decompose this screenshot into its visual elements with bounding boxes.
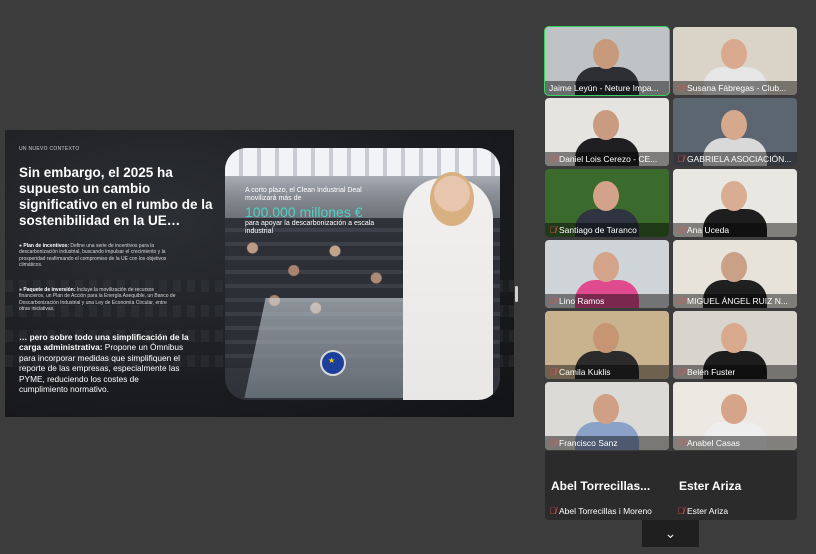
participant-tile[interactable]: 🎙̸ Susana Fábregas - Club... (673, 27, 797, 95)
slide-kicker: UN NUEVO CONTEXTO (19, 146, 80, 152)
participant-name-bar: 🎙̸ Lino Ramos (545, 294, 669, 308)
participant-face (593, 39, 619, 69)
participant-tile[interactable]: 🎙̸ GABRIELA ASOCIACIÓN... (673, 98, 797, 166)
chevron-down-icon: ⌄ (664, 525, 677, 541)
participant-tile[interactable]: 🎙̸ Ana Uceda (673, 169, 797, 237)
participant-name: Anabel Casas (687, 438, 740, 448)
participant-name-bar: 🎙̸ Belén Fuster (673, 365, 797, 379)
participant-name-bar: 🎙̸ Francisco Sanz (545, 436, 669, 450)
eu-flag-icon (320, 350, 346, 376)
participant-face (721, 252, 747, 282)
slide-bottom-text: … pero sobre todo una simplificación de … (19, 332, 189, 394)
participant-tile[interactable]: 🎙̸ Camila Kuklis (545, 311, 669, 379)
bullet-title: Plan de incentivos: (23, 243, 69, 249)
participant-display-name: Ester Ariza (679, 479, 742, 493)
participant-tile[interactable]: 🎙̸ Anabel Casas (673, 382, 797, 450)
mic-off-icon: 🎙̸ (549, 154, 557, 164)
mic-off-icon: 🎙̸ (677, 296, 685, 306)
participant-tile[interactable]: 🎙̸ Daniel Lois Cerezo - CE... (545, 98, 669, 166)
mic-off-icon: 🎙̸ (549, 438, 557, 448)
participant-face (721, 323, 747, 353)
participant-name: Ester Ariza (687, 506, 729, 516)
participant-name: Francisco Sanz (559, 438, 618, 448)
participant-name: Lino Ramos (559, 296, 605, 306)
participant-name-bar: 🎙̸ Camila Kuklis (545, 365, 669, 379)
participant-tile[interactable]: Jaime Leyún - Neture Impa... (544, 26, 670, 96)
participant-face (721, 394, 747, 424)
participant-face (593, 394, 619, 424)
split-resize-handle[interactable] (515, 286, 518, 302)
participant-name-bar: 🎙̸ Abel Torrecillas i Moreno (545, 504, 669, 518)
participant-face (721, 39, 747, 69)
shared-screen-slide: UN NUEVO CONTEXTO Sin embargo, el 2025 h… (5, 130, 514, 417)
slide-photo (225, 148, 500, 400)
participant-name-bar: 🎙̸ Daniel Lois Cerezo - CE... (545, 152, 669, 166)
participant-name-bar: 🎙̸ Anabel Casas (673, 436, 797, 450)
mic-off-icon: 🎙̸ (677, 367, 685, 377)
slide-quote: A corto plazo, el Clean Industrial Deal … (245, 187, 375, 236)
mic-off-icon: 🎙̸ (677, 225, 685, 235)
slide-headline: Sin embargo, el 2025 ha supuesto un camb… (19, 165, 213, 228)
mic-off-icon: 🎙̸ (677, 506, 685, 516)
participant-face (593, 323, 619, 353)
participant-face (593, 181, 619, 211)
participant-tile[interactable]: 🎙̸ Santiago de Taranco (545, 169, 669, 237)
mic-off-icon: 🎙̸ (549, 225, 557, 235)
participant-name-bar: 🎙̸ Ana Uceda (673, 223, 797, 237)
participant-display-name: Abel Torrecillas... (551, 479, 651, 493)
participant-name: Camila Kuklis (559, 367, 611, 377)
participant-name: Daniel Lois Cerezo - CE... (559, 154, 658, 164)
quote-top: A corto plazo, el Clean Industrial Deal … (245, 187, 362, 203)
participant-name: Belén Fuster (687, 367, 736, 377)
participant-tile-audio[interactable]: Ester Ariza 🎙̸ Ester Ariza (673, 451, 797, 520)
quote-big: 100.000 millones € (245, 203, 363, 220)
participant-name: Jaime Leyún - Neture Impa... (549, 83, 659, 93)
participant-name: MIGUEL ÁNGEL RUIZ N... (687, 296, 788, 306)
mic-off-icon: 🎙̸ (677, 154, 685, 164)
participants-bottom-row: Abel Torrecillas... 🎙̸ Abel Torrecillas … (545, 451, 797, 520)
participant-tile-audio[interactable]: Abel Torrecillas... 🎙̸ Abel Torrecillas … (545, 451, 669, 520)
mic-off-icon: 🎙̸ (549, 367, 557, 377)
participant-tile[interactable]: 🎙̸ Belén Fuster (673, 311, 797, 379)
slide-bullet-1: ● Plan de incentivos: Define una serie d… (19, 243, 167, 269)
mic-off-icon: 🎙̸ (677, 438, 685, 448)
scroll-down-button[interactable]: ⌄ (642, 520, 699, 547)
mic-off-icon: 🎙̸ (549, 506, 557, 516)
participant-name: GABRIELA ASOCIACIÓN... (687, 154, 792, 164)
participant-name-bar: 🎙̸ MIGUEL ÁNGEL RUIZ N... (673, 294, 797, 308)
participant-name-bar: 🎙̸ Santiago de Taranco (545, 223, 669, 237)
participant-name: Ana Uceda (687, 225, 730, 235)
participants-grid: Jaime Leyún - Neture Impa... 🎙̸ Susana Fáb… (544, 26, 797, 519)
participant-face (721, 110, 747, 140)
participant-face (593, 110, 619, 140)
slide-bullet-2: ● Paquete de inversión: Incluye la movil… (19, 287, 176, 313)
mic-off-icon: 🎙̸ (549, 296, 557, 306)
participant-tile[interactable]: 🎙̸ Francisco Sanz (545, 382, 669, 450)
participant-name: Susana Fábregas - Club... (687, 83, 787, 93)
participant-name-bar: 🎙̸ Ester Ariza (673, 504, 797, 518)
quote-bottom: para apoyar la descarbonización a escala… (245, 219, 375, 235)
participant-name-bar: 🎙̸ GABRIELA ASOCIACIÓN... (673, 152, 797, 166)
bullet-title: Paquete de inversión: (23, 287, 76, 293)
participant-face (721, 181, 747, 211)
mic-off-icon: 🎙̸ (677, 83, 685, 93)
participant-name-bar: Jaime Leyún - Neture Impa... (545, 81, 669, 95)
participant-name: Santiago de Taranco (559, 225, 637, 235)
participant-name: Abel Torrecillas i Moreno (559, 506, 652, 516)
participant-face (593, 252, 619, 282)
participant-tile[interactable]: 🎙̸ MIGUEL ÁNGEL RUIZ N... (673, 240, 797, 308)
participant-tile[interactable]: 🎙̸ Lino Ramos (545, 240, 669, 308)
participant-name-bar: 🎙̸ Susana Fábregas - Club... (673, 81, 797, 95)
